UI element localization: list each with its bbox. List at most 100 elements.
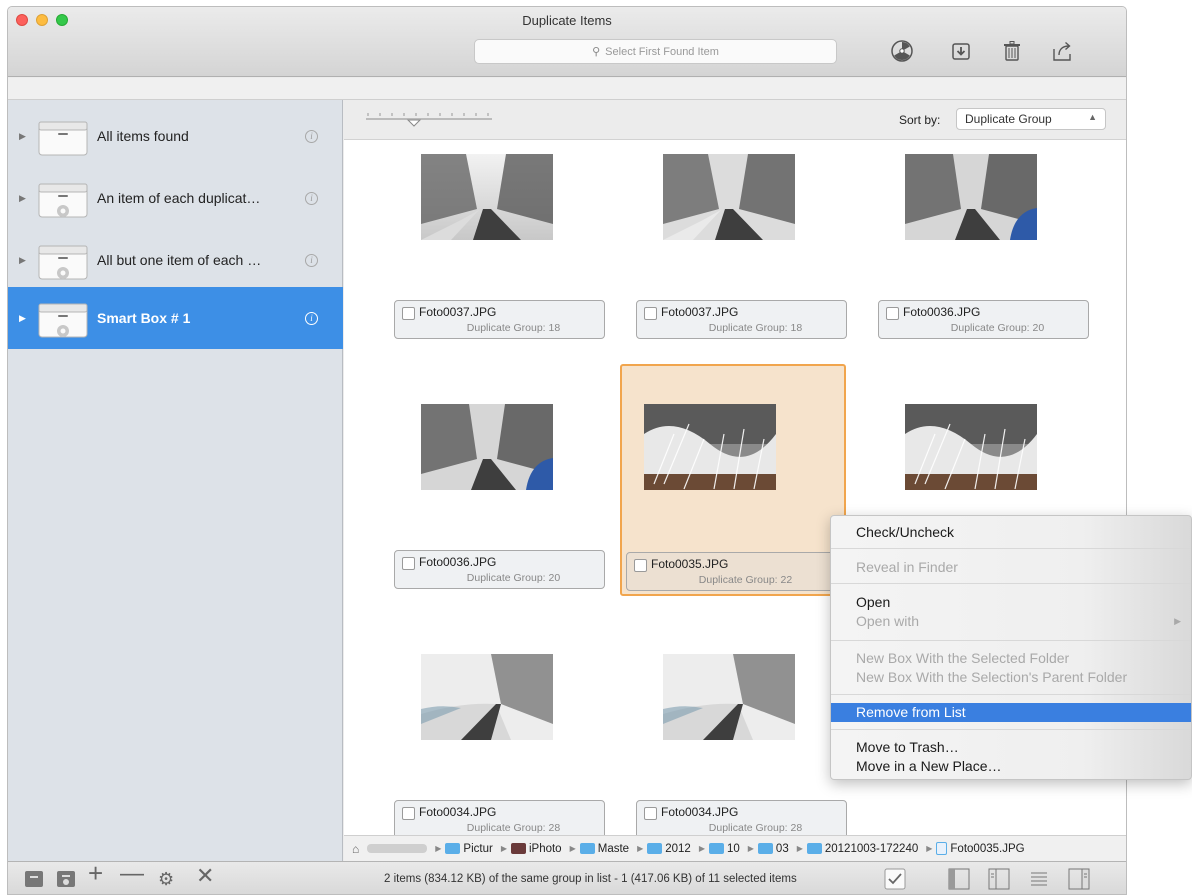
magnifier-icon: ⚲ (592, 46, 601, 58)
folder-icon (806, 843, 822, 854)
new-box-icon[interactable] (24, 870, 44, 891)
path-segment[interactable]: 03 (757, 843, 789, 855)
sidebar: ▶ All items found i ▶ An item of each du… (8, 100, 343, 861)
menu-separator (831, 694, 1191, 695)
item-label: Foto0034.JPG Duplicate Group: 28 (636, 800, 847, 839)
search-field[interactable]: ⚲ Select First Found Item (474, 39, 837, 64)
info-icon[interactable]: i (305, 253, 318, 267)
item-label: Foto0036.JPG Duplicate Group: 20 (878, 300, 1089, 339)
download-icon[interactable] (947, 37, 975, 65)
file-name: Foto0037.JPG (661, 305, 739, 319)
box-icon (38, 121, 88, 156)
iphoto-icon (510, 843, 526, 854)
info-icon[interactable]: i (305, 191, 318, 205)
item-checkbox[interactable] (402, 307, 415, 320)
disclosure-triangle-icon[interactable]: ▶ (19, 313, 26, 324)
item-checkbox[interactable] (634, 559, 647, 572)
checkmark-button[interactable] (884, 868, 906, 893)
item-checkbox[interactable] (402, 557, 415, 570)
info-icon[interactable]: i (305, 311, 318, 325)
sidebar-item-one-of-each[interactable]: ▶ An item of each duplicat… i (8, 167, 343, 229)
grid-item-selected[interactable]: Foto0035.JPG Duplicate Group: 22 (620, 364, 846, 596)
sidebar-item-smart-box[interactable]: ▶ Smart Box # 1 i (8, 287, 343, 349)
folder-icon (445, 843, 461, 854)
new-smart-box-icon[interactable] (56, 870, 76, 891)
photo-thumbnail (905, 404, 1037, 490)
path-separator-icon: ▶ (435, 844, 442, 853)
menu-item-remove-from-list[interactable]: Remove from List (831, 703, 1191, 722)
file-name: Foto0035.JPG (651, 557, 729, 571)
item-checkbox[interactable] (644, 807, 657, 820)
menu-item-open-with[interactable]: Open with ▶ (831, 612, 1191, 630)
updown-arrows-icon: ▲ (1088, 112, 1097, 122)
item-checkbox[interactable] (886, 307, 899, 320)
menu-separator (831, 640, 1191, 641)
layout-columns-icon[interactable] (988, 868, 1010, 893)
menu-item-move-to-trash[interactable]: Move to Trash… (831, 738, 1191, 756)
submenu-arrow-icon: ▶ (1174, 616, 1181, 626)
menu-item-new-box-parent-folder[interactable]: New Box With the Selection's Parent Fold… (831, 668, 1191, 686)
gear-icon[interactable]: ⚙ (158, 870, 174, 888)
radioactive-icon[interactable] (888, 37, 916, 65)
path-segment[interactable]: iPhoto (510, 843, 562, 855)
zoom-slider[interactable] (364, 110, 494, 130)
menu-item-reveal-in-finder[interactable]: Reveal in Finder (831, 558, 1191, 576)
disclosure-triangle-icon[interactable]: ▶ (19, 131, 26, 142)
item-label: Foto0037.JPG Duplicate Group: 18 (636, 300, 847, 339)
smart-box-icon (38, 245, 88, 280)
duplicate-group: Duplicate Group: 28 (708, 822, 803, 834)
menu-item-open-with-label: Open with (856, 613, 920, 629)
grid-item[interactable]: Foto0037.JPG Duplicate Group: 18 (616, 144, 847, 376)
file-name: Foto0036.JPG (419, 555, 497, 569)
grid-item[interactable]: Foto0036.JPG Duplicate Group: 20 (374, 394, 605, 626)
file-name: Foto0034.JPG (419, 805, 497, 819)
path-separator-icon: ▶ (926, 844, 933, 853)
duplicate-group: Duplicate Group: 28 (466, 822, 561, 834)
home-icon[interactable]: ⌂ (352, 842, 359, 856)
sidebar-item-all-items[interactable]: ▶ All items found i (8, 105, 343, 167)
layout-left-icon[interactable] (948, 868, 970, 893)
path-separator-icon: ▶ (500, 844, 507, 853)
folder-icon (647, 843, 663, 854)
close-icon[interactable]: ✕ (196, 865, 214, 887)
folder-icon (579, 843, 595, 854)
remove-icon[interactable]: — (120, 862, 144, 886)
item-label: Foto0034.JPG Duplicate Group: 28 (394, 800, 605, 839)
item-checkbox[interactable] (402, 807, 415, 820)
layout-right-icon[interactable] (1068, 868, 1090, 893)
grid-item[interactable]: Foto0036.JPG Duplicate Group: 20 (858, 144, 1089, 376)
menu-item-new-box-selected-folder[interactable]: New Box With the Selected Folder (831, 649, 1191, 667)
list-view-icon[interactable] (1028, 868, 1050, 893)
sidebar-item-all-but-one[interactable]: ▶ All but one item of each … i (8, 229, 343, 291)
menu-item-move-new-place[interactable]: Move in a New Place… (831, 757, 1191, 775)
path-segment[interactable]: 10 (708, 843, 740, 855)
path-segment[interactable]: Maste (579, 843, 629, 855)
path-segment[interactable]: 20121003-172240 (806, 843, 918, 855)
add-icon[interactable]: + (88, 860, 103, 886)
duplicate-group: Duplicate Group: 20 (950, 322, 1045, 334)
path-segment[interactable]: Foto0035.JPG (936, 842, 1025, 855)
search-placeholder: Select First Found Item (605, 45, 719, 58)
grid-item[interactable]: Foto0037.JPG Duplicate Group: 18 (374, 144, 605, 376)
item-label: Foto0035.JPG Duplicate Group: 22 (626, 552, 837, 591)
trash-icon[interactable] (998, 37, 1026, 65)
info-icon[interactable]: i (305, 129, 318, 143)
path-segment[interactable]: Pictur (445, 843, 493, 855)
photo-thumbnail (663, 654, 795, 740)
sidebar-item-label: Smart Box # 1 (97, 310, 191, 326)
disclosure-triangle-icon[interactable]: ▶ (19, 193, 26, 204)
item-checkbox[interactable] (644, 307, 657, 320)
menu-item-open[interactable]: Open (831, 593, 1191, 611)
blurred-user-segment (367, 844, 428, 853)
menu-item-check-uncheck[interactable]: Check/Uncheck (831, 523, 1191, 541)
path-separator-icon: ▶ (569, 844, 576, 853)
sort-select[interactable]: Duplicate Group ▲ (956, 108, 1106, 130)
path-segment[interactable]: 2012 (647, 843, 691, 855)
file-name: Foto0034.JPG (661, 805, 739, 819)
path-separator-icon: ▶ (796, 844, 803, 853)
menu-separator (831, 583, 1191, 584)
path-bar: ⌂ ▶ Pictur ▶ iPhoto ▶ Maste ▶ 2012 ▶ 10 … (344, 835, 1126, 861)
sidebar-item-label: All but one item of each … (97, 252, 262, 268)
share-icon[interactable] (1048, 37, 1076, 65)
disclosure-triangle-icon[interactable]: ▶ (19, 255, 26, 266)
